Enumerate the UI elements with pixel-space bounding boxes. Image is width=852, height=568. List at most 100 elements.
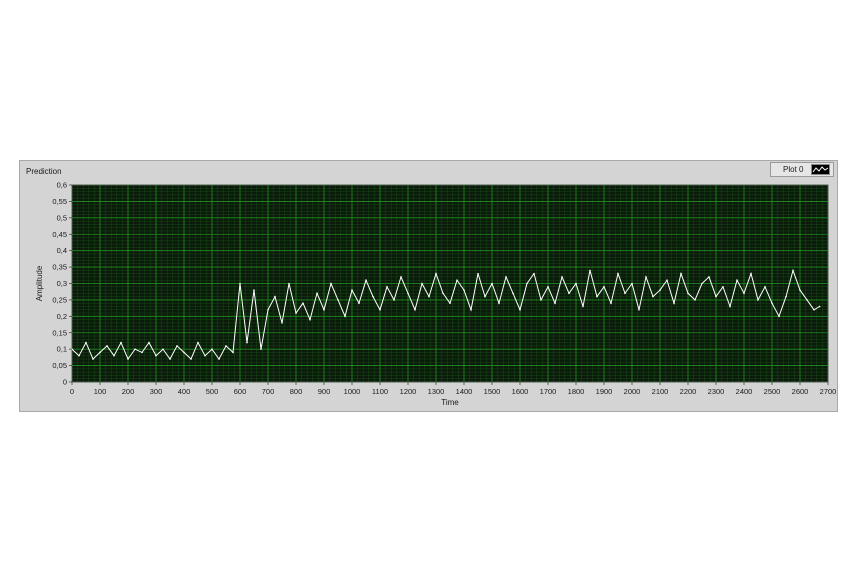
x-tick-label: 1400 xyxy=(456,387,473,396)
series-point xyxy=(687,292,689,295)
y-tick-label: 0,15 xyxy=(52,328,67,337)
series-point xyxy=(666,279,668,282)
x-tick-label: 1300 xyxy=(428,387,445,396)
x-tick-label: 1600 xyxy=(512,387,529,396)
series-point xyxy=(337,299,339,301)
series-point xyxy=(750,272,752,275)
y-tick-label: 0,35 xyxy=(52,263,67,272)
chart: 0 100 200 300 400 500 600 700 800 900 1000 1100 1200… xyxy=(35,181,836,408)
series-point xyxy=(218,358,220,360)
x-tick-label: 2400 xyxy=(736,387,753,396)
series-point xyxy=(743,292,745,295)
series-point xyxy=(694,299,696,301)
series-point xyxy=(288,282,290,285)
y-tick-labels: 0 0,05 0,1 0,15 0,2 0,25 0,3 0,35 0,4 0,45 0,5 0,55… xyxy=(52,181,72,387)
series-point xyxy=(512,292,514,295)
series-point xyxy=(519,308,521,311)
series-point xyxy=(281,322,283,324)
x-tick-label: 0 xyxy=(70,387,74,396)
series-point xyxy=(211,348,213,350)
y-tick-label: 0,4 xyxy=(57,246,67,255)
series-point xyxy=(358,302,360,304)
series-point xyxy=(708,276,710,278)
x-tick-label: 400 xyxy=(178,387,191,396)
y-tick-label: 0,25 xyxy=(52,295,67,304)
series-point xyxy=(316,292,318,295)
y-tick-label: 0,3 xyxy=(57,279,67,288)
series-point xyxy=(638,308,640,311)
series-point xyxy=(659,289,661,291)
series-point xyxy=(582,305,584,308)
series-point xyxy=(736,279,738,282)
series-point xyxy=(274,295,276,298)
y-tick-label: 0,1 xyxy=(57,345,67,354)
x-tick-labels: 0 100 200 300 400 500 600 700 800 900 1000 1100 1200… xyxy=(70,382,836,396)
series-point xyxy=(85,341,87,344)
series-point xyxy=(246,341,248,344)
x-tick-label: 1100 xyxy=(372,387,388,396)
series-point xyxy=(757,299,759,301)
series-point xyxy=(673,302,675,304)
series-point xyxy=(393,299,395,301)
series-point xyxy=(701,282,703,285)
series-point xyxy=(778,315,780,318)
series-point xyxy=(575,282,577,285)
y-tick-label: 0,6 xyxy=(57,181,67,190)
series-point xyxy=(491,282,493,285)
series-point xyxy=(799,289,801,291)
series-point xyxy=(463,289,465,291)
x-tick-label: 2600 xyxy=(792,387,809,396)
x-tick-label: 200 xyxy=(122,387,135,396)
series-point xyxy=(302,302,304,304)
series-point xyxy=(680,272,682,275)
series-point xyxy=(295,312,297,314)
series-point xyxy=(526,282,528,285)
series-point xyxy=(729,305,731,308)
graph-panel: Prediction Plot 0 0 100 200 300 400 500 600 700… xyxy=(19,160,838,412)
series-point xyxy=(267,308,269,311)
series-point xyxy=(169,358,171,360)
series-point xyxy=(134,348,136,350)
series-point xyxy=(792,269,794,272)
series-point xyxy=(323,308,325,311)
series-point xyxy=(351,289,353,291)
x-tick-label: 2100 xyxy=(652,387,669,396)
series-point xyxy=(505,276,507,278)
x-tick-label: 300 xyxy=(150,387,163,396)
series-point xyxy=(99,351,101,354)
series-point xyxy=(554,302,556,304)
series-point xyxy=(407,292,409,295)
series-point xyxy=(603,285,605,288)
series-point xyxy=(785,295,787,298)
series-point xyxy=(631,282,633,285)
x-tick-label: 900 xyxy=(318,387,331,396)
series-point xyxy=(722,285,724,288)
series-point xyxy=(379,308,381,311)
x-tick-label: 2200 xyxy=(680,387,697,396)
series-point xyxy=(645,276,647,278)
x-tick-label: 500 xyxy=(206,387,219,396)
series-point xyxy=(449,302,451,304)
x-tick-label: 1200 xyxy=(400,387,417,396)
series-point xyxy=(176,345,178,347)
series-point xyxy=(78,354,80,357)
series-point xyxy=(818,305,821,308)
series-point xyxy=(533,272,535,275)
series-point xyxy=(260,348,262,350)
series-point xyxy=(225,345,227,347)
series-point xyxy=(330,282,332,285)
series-point xyxy=(232,351,234,354)
y-tick-label: 0,5 xyxy=(57,213,67,222)
series-point xyxy=(617,272,619,275)
series-point xyxy=(477,272,479,275)
series-point xyxy=(561,276,563,278)
series-point xyxy=(365,279,367,282)
series-point xyxy=(113,354,115,357)
series-point xyxy=(470,308,472,311)
y-tick-label: 0,05 xyxy=(52,361,67,370)
x-tick-label: 600 xyxy=(234,387,247,396)
x-tick-label: 1000 xyxy=(344,387,361,396)
series-point xyxy=(547,285,549,288)
x-tick-label: 700 xyxy=(262,387,275,396)
series-point xyxy=(813,308,815,311)
